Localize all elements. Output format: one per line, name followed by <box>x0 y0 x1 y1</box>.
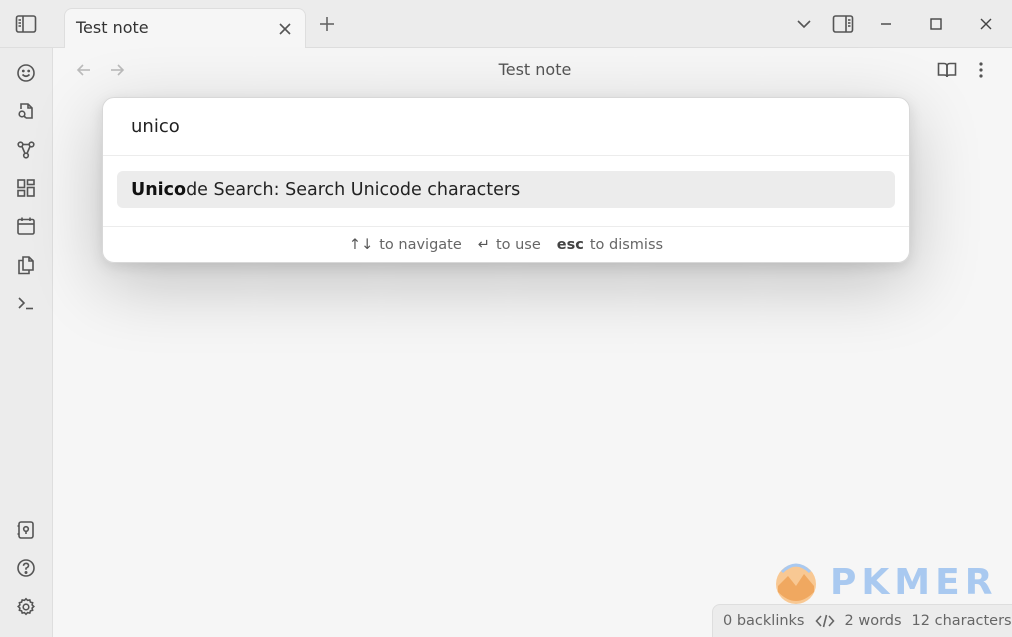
calendar-icon[interactable] <box>14 214 38 238</box>
minimize-icon[interactable] <box>874 12 898 36</box>
hint-key: esc <box>556 236 584 253</box>
chevron-down-icon[interactable] <box>792 12 816 36</box>
status-words: 2 words <box>844 613 902 629</box>
copy-icon[interactable] <box>14 253 38 277</box>
file-search-icon[interactable] <box>14 99 38 123</box>
settings-icon[interactable] <box>14 595 38 619</box>
suggestion-item[interactable]: Unico de Search: Search Unicode character… <box>117 171 895 208</box>
hint-dismiss: esc to dismiss <box>557 237 663 253</box>
tab-title: Test note <box>76 18 149 37</box>
hint-use: ↵ to use <box>478 237 541 253</box>
suggestion-match: Unico <box>131 179 187 200</box>
status-bar: 0 backlinks 2 words 12 characters <box>712 604 1012 637</box>
close-icon[interactable] <box>275 19 295 39</box>
view-title[interactable]: Test note <box>54 60 1012 79</box>
window-close-icon[interactable] <box>974 12 998 36</box>
left-ribbon <box>0 48 53 637</box>
command-palette: Unicode Search: Search Unicode character… <box>102 97 910 263</box>
hint-key: ↑↓ <box>348 236 374 253</box>
graph-icon[interactable] <box>14 138 38 162</box>
title-bar: Test note <box>0 0 1012 48</box>
grid-icon[interactable] <box>14 176 38 200</box>
plus-icon[interactable] <box>316 13 338 35</box>
hint-label: to navigate <box>379 236 462 253</box>
vault-icon[interactable] <box>14 518 38 542</box>
hint-label: to use <box>495 236 541 253</box>
book-open-icon[interactable] <box>935 58 959 82</box>
sidebar-toggle-icon[interactable] <box>13 12 39 36</box>
right-sidebar-toggle-icon[interactable] <box>831 12 855 36</box>
face-icon[interactable] <box>14 61 38 85</box>
more-options-icon[interactable] <box>969 58 993 82</box>
hint-label: to dismiss <box>589 236 664 253</box>
palette-instructions: ↑↓ to navigate ↵ to use esc to dismiss <box>103 226 909 262</box>
command-search-input[interactable] <box>103 98 909 156</box>
tab-test-note[interactable]: Test note <box>64 8 306 48</box>
hint-navigate: ↑↓ to navigate <box>349 237 462 253</box>
terminal-icon[interactable] <box>14 291 38 315</box>
hint-key: ↵ <box>477 236 490 253</box>
maximize-icon[interactable] <box>924 12 948 36</box>
suggestion-rest: de Search: Search Unicode characters <box>186 179 521 200</box>
status-backlinks[interactable]: 0 backlinks <box>723 613 805 629</box>
code-icon[interactable] <box>814 613 835 629</box>
help-icon[interactable] <box>14 556 38 580</box>
status-characters: 12 characters <box>911 613 1012 629</box>
watermark-text: PKMER <box>830 562 998 603</box>
